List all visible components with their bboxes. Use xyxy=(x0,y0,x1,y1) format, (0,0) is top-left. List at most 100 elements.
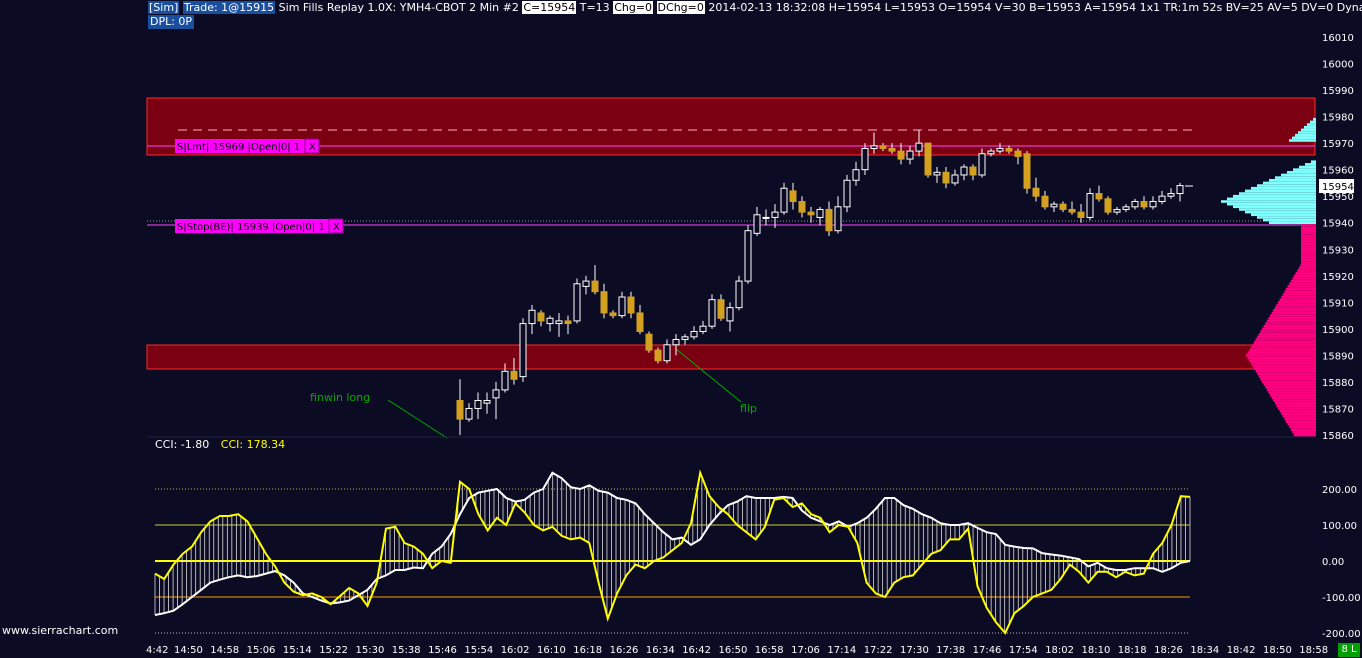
time-tick-label: 4:42 xyxy=(146,645,168,656)
vbp-bar xyxy=(1290,428,1316,431)
vbp-bar xyxy=(1263,218,1316,222)
time-tick-label: 17:14 xyxy=(827,645,856,656)
vbp-bar xyxy=(1276,303,1316,307)
vbp-bar xyxy=(1295,271,1316,275)
vbp-bar xyxy=(1263,324,1316,328)
vbp-bar xyxy=(1294,433,1316,437)
time-tick-label: 17:54 xyxy=(1009,645,1038,656)
vbp-bar xyxy=(1297,269,1316,272)
vbp-bar xyxy=(1292,277,1316,280)
price-tick-label: 15960 xyxy=(1322,166,1354,177)
vbp-bar xyxy=(1257,216,1316,219)
vbp-bar xyxy=(1310,120,1316,124)
vbp-bar xyxy=(1301,247,1316,251)
time-tick-label: 16:58 xyxy=(755,645,784,656)
price-tick-label: 15940 xyxy=(1322,219,1354,230)
price-tick-label: 15970 xyxy=(1322,139,1354,150)
candle xyxy=(1104,196,1112,215)
vbp-bar xyxy=(1301,242,1316,246)
chart-header: [Sim] Trade: 1@15915 Sim Fills Replay 1.… xyxy=(148,0,1362,15)
time-tick-label: 17:46 xyxy=(973,645,1002,656)
vbp-bar xyxy=(1263,383,1316,386)
candle xyxy=(654,347,662,364)
corner-indicator[interactable]: 8 L xyxy=(1338,643,1360,657)
site-link[interactable]: www.sierrachart.com xyxy=(2,624,118,637)
time-tick-label: 16:18 xyxy=(573,645,602,656)
stop-order-text: S|Stop(BE)| 15939 |Open|0| 1 xyxy=(177,222,325,233)
vbp-bar xyxy=(1260,330,1316,333)
vbp-bar xyxy=(1252,364,1316,368)
time-tick-label: 16:26 xyxy=(610,645,639,656)
dpl-tag: DPL: 0P xyxy=(148,15,195,29)
price-tick-label: 15910 xyxy=(1322,298,1354,309)
vbp-bar xyxy=(1265,385,1316,389)
vbp-bar xyxy=(1257,184,1316,187)
finwin-annotation: finwin long xyxy=(310,391,370,404)
time-tick-label: 18:18 xyxy=(1118,645,1147,656)
time-tick-label: 17:30 xyxy=(900,645,929,656)
vbp-bar xyxy=(1247,356,1316,360)
cci-tick-label: 0.00 xyxy=(1322,557,1344,568)
trade-tag: Trade: 1@15915 xyxy=(182,1,276,14)
vbp-bar xyxy=(1257,335,1316,339)
vbp-bar xyxy=(1279,409,1316,413)
vbp-bar xyxy=(1281,173,1316,177)
time-tick-label: 15:54 xyxy=(464,645,493,656)
limit-order-label[interactable]: S|Lmt| 15969 |Open|0| 1 X xyxy=(175,138,320,154)
vbp-bar xyxy=(1301,261,1316,264)
price-tick-label: 16010 xyxy=(1322,33,1354,44)
cci-yellow-value: CCI: 178.34 xyxy=(220,438,286,451)
limit-order-text: S|Lmt| 15969 |Open|0| 1 xyxy=(177,142,300,153)
price-tick-label: 15930 xyxy=(1322,245,1354,256)
price-tick-label: 15990 xyxy=(1322,86,1354,97)
current-price-label: 15954 xyxy=(1322,182,1354,193)
vbp-bar xyxy=(1227,202,1316,206)
time-tick-label: 16:42 xyxy=(682,645,711,656)
vbp-bar xyxy=(1268,391,1316,394)
vbp-bar xyxy=(1287,423,1316,426)
vbp-bar xyxy=(1301,229,1316,232)
time-tick-label: 18:34 xyxy=(1190,645,1219,656)
vbp-bar xyxy=(1249,348,1316,352)
vbp-bar xyxy=(1270,314,1316,317)
support-zone xyxy=(146,344,1316,370)
candle xyxy=(744,225,752,284)
vbp-bar xyxy=(1255,370,1316,373)
candle xyxy=(708,294,716,329)
vbp-bar xyxy=(1270,393,1316,397)
vbp-bar xyxy=(1266,319,1316,323)
vbp-bar xyxy=(1281,412,1316,416)
vbp-bar xyxy=(1301,237,1316,240)
vbp-bar xyxy=(1311,160,1316,164)
cci-tick-label: -200.00 xyxy=(1322,629,1361,640)
price-tick-label: 15980 xyxy=(1322,113,1354,124)
vbp-bar xyxy=(1298,131,1316,134)
vbp-bar xyxy=(1289,425,1316,429)
vbp-bar xyxy=(1254,340,1316,344)
vbp-bar xyxy=(1266,388,1316,392)
vbp-bar xyxy=(1287,171,1316,174)
vbp-bar xyxy=(1287,285,1316,288)
time-tick-label: 16:02 xyxy=(501,645,530,656)
vbp-bar xyxy=(1245,189,1316,193)
vbp-bar xyxy=(1278,301,1316,304)
price-tick-label: 16000 xyxy=(1322,60,1354,71)
vbp-bar xyxy=(1282,415,1316,418)
vbp-bar xyxy=(1271,311,1316,315)
sim-tag: [Sim] xyxy=(148,1,180,14)
vbp-bar xyxy=(1295,133,1316,137)
candle xyxy=(573,278,581,324)
vbp-bar xyxy=(1301,234,1316,238)
time-tick-label: 15:46 xyxy=(428,645,457,656)
stop-order-label[interactable]: S|Stop(BE)| 15939 |Open|0| 1 X xyxy=(175,218,344,234)
time-tick-label: 18:02 xyxy=(1045,645,1074,656)
change-value: Chg=0 xyxy=(613,1,654,14)
vbp-bar xyxy=(1221,200,1316,203)
candle xyxy=(519,318,527,382)
vbp-bar xyxy=(1274,401,1316,405)
vbp-bar xyxy=(1239,192,1316,195)
vbp-bar xyxy=(1257,372,1316,376)
dchange-value: DChg=0 xyxy=(656,1,705,14)
chart-canvas[interactable]: S|Lmt| 15969 |Open|0| 1 X S|Stop(BE)| 15… xyxy=(0,0,1362,658)
vbp-bar xyxy=(1281,295,1316,299)
